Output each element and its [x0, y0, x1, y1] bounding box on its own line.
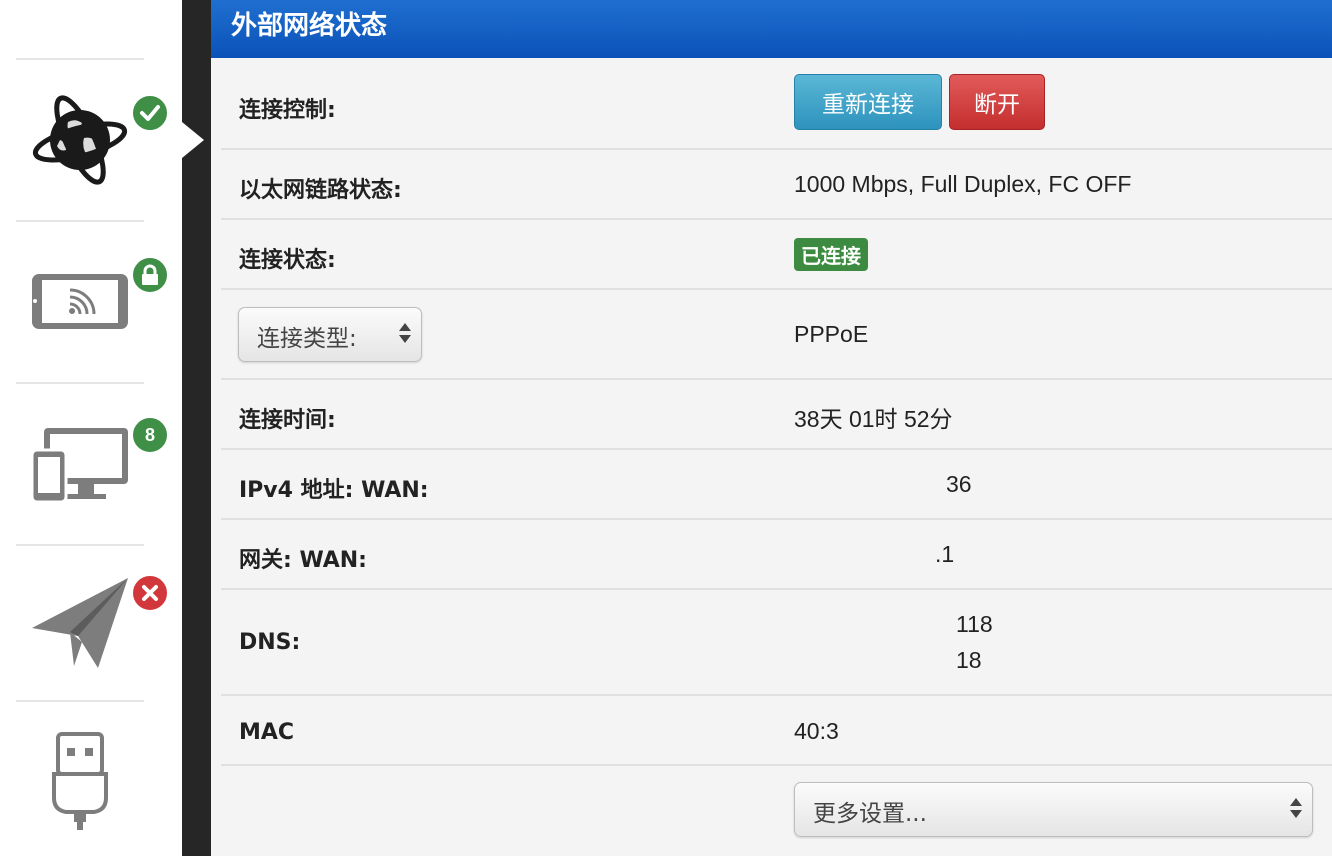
more-settings-select[interactable]: 更多设置...: [794, 782, 1313, 837]
sidebar-item-wireless[interactable]: [0, 222, 182, 382]
dns-label: DNS:: [239, 630, 301, 655]
ethernet-link-row: 以太网链路状态: 1000 Mbps, Full Duplex, FC OFF: [221, 150, 1332, 220]
connection-status-row: 连接状态: 已连接: [221, 220, 1332, 290]
status-badge: 已连接: [794, 238, 868, 271]
dns-secondary-value: 18: [956, 647, 982, 673]
connection-control-row: 连接控制: 重新连接 断开: [221, 58, 1332, 150]
sidebar-item-usb[interactable]: [0, 702, 182, 856]
sidebar-item-devices[interactable]: 8: [0, 384, 182, 544]
secure-badge: [131, 256, 169, 294]
connection-control-label: 连接控制:: [239, 98, 336, 123]
connection-time-value: 38天 01时 52分: [794, 406, 953, 432]
ipv4-label: IPv4 地址: WAN:: [239, 478, 429, 503]
device-count: 8: [144, 424, 155, 445]
ethernet-link-value: 1000 Mbps, Full Duplex, FC OFF: [794, 171, 1132, 197]
connection-status-label: 连接状态:: [239, 248, 336, 273]
more-settings-label: 更多设置...: [813, 801, 927, 827]
mac-row: MAC 40:3: [221, 696, 1332, 766]
connection-time-label: 连接时间:: [239, 408, 336, 433]
connection-type-row: 连接类型: PPPoE: [221, 290, 1332, 380]
connection-type-select[interactable]: 连接类型:: [238, 307, 422, 362]
reconnect-button[interactable]: 重新连接: [794, 74, 942, 130]
x-icon: [142, 585, 158, 601]
globe-icon: [32, 95, 128, 185]
sidebar-item-internet[interactable]: [0, 60, 182, 220]
connection-type-value: PPPoE: [794, 321, 869, 347]
mac-label: MAC: [239, 720, 295, 745]
sidebar-item-remote[interactable]: [0, 546, 182, 706]
active-item-pointer: [182, 122, 204, 158]
disconnect-button[interactable]: 断开: [949, 74, 1045, 130]
tablet-wifi-icon: [32, 274, 128, 329]
gateway-row: 网关: WAN: .1: [221, 520, 1332, 590]
sidebar-nav: 8: [0, 0, 182, 856]
ethernet-link-label: 以太网链路状态:: [239, 178, 402, 203]
dns-primary-value: 118: [956, 611, 993, 637]
ipv4-row: IPv4 地址: WAN: 36: [221, 450, 1332, 520]
wan-status-panel: 外部网络状态 连接控制: 重新连接 断开 以太网链路状态: 1000 Mbps,…: [211, 0, 1332, 856]
usb-icon: [52, 732, 108, 830]
select-arrows-icon: [399, 320, 411, 348]
select-arrows-icon: [1290, 795, 1302, 823]
connection-time-row: 连接时间: 38天 01时 52分: [221, 380, 1332, 450]
devices-icon: [30, 428, 128, 504]
lock-icon: [142, 264, 158, 285]
status-ok-badge: [131, 94, 169, 132]
device-count-badge: 8: [131, 416, 169, 454]
ipv4-value: 36: [946, 471, 972, 497]
dns-row: DNS: 118 18: [221, 590, 1332, 696]
connection-type-select-label: 连接类型:: [257, 326, 357, 352]
check-icon: [140, 105, 160, 121]
paper-plane-icon: [32, 578, 128, 668]
gateway-label: 网关: WAN:: [239, 548, 367, 573]
gateway-value: .1: [935, 541, 955, 567]
mac-value: 40:3: [794, 718, 839, 744]
panel-title: 外部网络状态: [211, 0, 1332, 58]
error-badge: [131, 574, 169, 612]
